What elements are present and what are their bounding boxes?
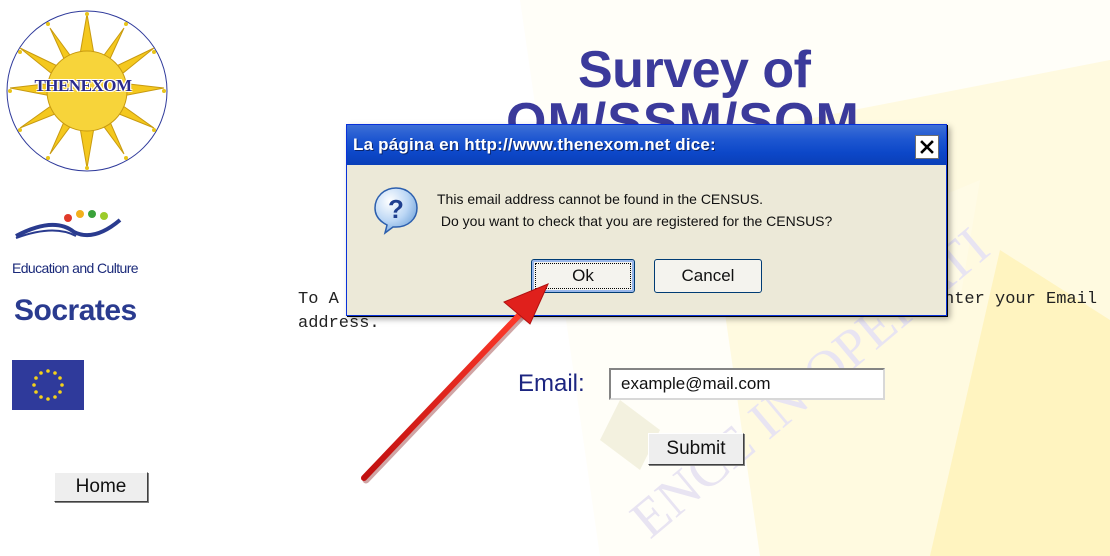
dialog-titlebar[interactable]: La página en http://www.thenexom.net dic… (347, 125, 946, 165)
socrates-label: Socrates (14, 294, 137, 327)
close-icon (920, 140, 934, 154)
submit-button[interactable]: Submit (648, 433, 744, 465)
alert-dialog: La página en http://www.thenexom.net dic… (346, 124, 947, 316)
question-icon: ? (374, 187, 418, 235)
intro-text-left: To A (298, 290, 339, 309)
email-field[interactable] (609, 368, 885, 400)
dialog-title: La página en http://www.thenexom.net dic… (353, 135, 716, 154)
education-culture-symbol (15, 210, 122, 239)
intro-text-right: nter your Email (944, 290, 1098, 309)
sidebar: THENEXOM Education and Culture Socrates … (0, 0, 180, 556)
dialog-message-line2: Do you want to check that you are regist… (437, 213, 833, 229)
svg-text:?: ? (388, 194, 404, 224)
page-title-line1: Survey of (578, 41, 811, 99)
cancel-button[interactable]: Cancel (654, 259, 762, 293)
ok-button[interactable]: Ok (531, 259, 635, 293)
home-button[interactable]: Home (54, 472, 148, 502)
education-culture-caption: Education and Culture (12, 260, 139, 276)
email-label: Email: (518, 370, 585, 397)
logo-text: THENEXOM (34, 76, 132, 95)
eu-flag-icon (12, 360, 84, 410)
close-button[interactable] (915, 135, 939, 159)
intro-text-line2: address. (298, 314, 380, 333)
dialog-message-line1: This email address cannot be found in th… (437, 191, 764, 207)
